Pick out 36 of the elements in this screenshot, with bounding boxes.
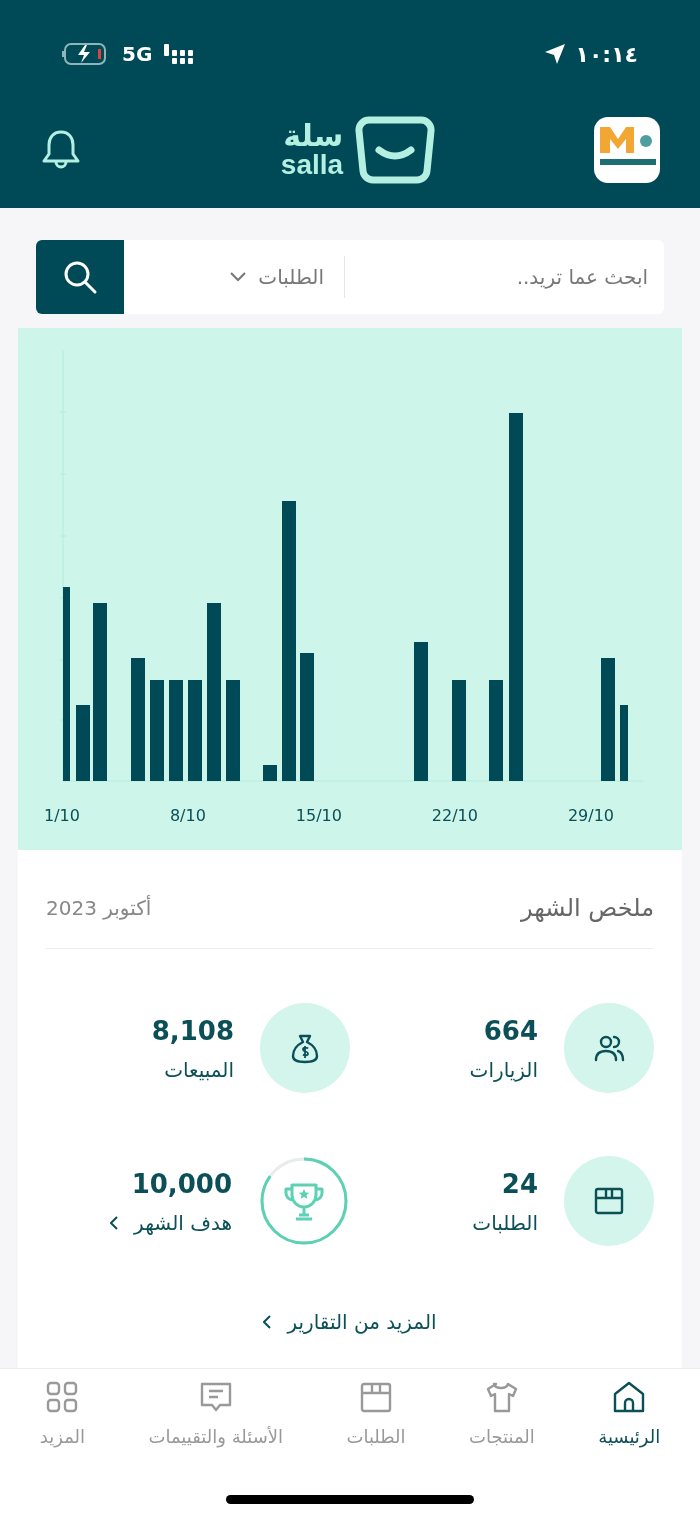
search-field[interactable]: ابحث عما تريد.. [345,240,664,314]
axis-label: 1/10 [44,805,80,827]
basket-logo-icon [355,116,436,184]
more-reports-link[interactable]: المزيد من التقارير [263,1307,437,1337]
summary-title: ملخص الشهر [520,893,654,924]
search-scope-dropdown[interactable]: الطلبات [124,240,344,314]
search-button[interactable] [36,240,124,314]
goal-link[interactable]: هدف الشهر [110,1207,232,1238]
trophy-progress-icon [258,1155,350,1247]
stat-value: 664 [482,1014,538,1048]
chevron-left-icon [263,1315,272,1329]
network-label: 5G [122,41,153,68]
logo-latin-text: salla [280,151,344,179]
chart-bar [263,765,277,781]
nav-tab[interactable]: الرئيسية [598,1379,661,1450]
stat-value: 24 [500,1167,538,1201]
stat-label: المبيعات [163,1056,234,1084]
status-time: ١٠:١٤ [575,40,638,69]
nav-tab[interactable]: المنتجات [469,1379,535,1450]
nav-tab[interactable]: المزيد [39,1379,86,1450]
stat-value: 10,000 [130,1167,232,1201]
stat-label: الطلبات [472,1209,538,1237]
nav-tab[interactable]: الأسئلة والتقييمات [148,1379,284,1450]
axis-label: 8/10 [169,805,206,827]
location-arrow-icon [543,42,568,66]
axis-label: 15/10 [295,805,342,827]
summary-period: أكتوبر 2023 [46,894,152,922]
chevron-down-icon [230,272,247,282]
logo-arabic-text: سلة [283,121,344,151]
nav-tab[interactable]: الطلبات [346,1379,406,1450]
stat-value: 8,108 [151,1014,234,1048]
chevron-left-icon [110,1215,119,1230]
axis-label: 29/10 [567,805,614,827]
axis-label: 22/10 [431,805,478,827]
stat-label: الزيارات [469,1056,538,1084]
search-icon [62,259,98,295]
